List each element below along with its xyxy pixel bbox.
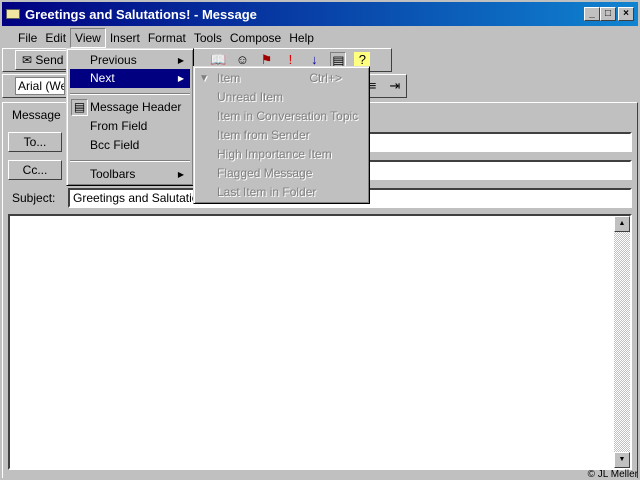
menu-tools[interactable]: Tools (190, 29, 226, 47)
next-item-icon: ▼ (199, 73, 209, 84)
window-title: Greetings and Salutations! - Message (25, 6, 257, 22)
envelope-icon (6, 9, 20, 19)
view-menu: Previous ▶ Next ▶ ▤ Message Header From Fie… (66, 48, 194, 186)
menu-item-from-field[interactable]: From Field (70, 117, 190, 136)
send-icon: ✉ (22, 53, 36, 67)
submenu-item-conversation[interactable]: Item in Conversation Topic (197, 107, 366, 126)
submenu-item-sender[interactable]: Item from Sender (197, 126, 366, 145)
indent-icon[interactable]: ⇥ (388, 78, 402, 94)
to-button[interactable]: To... (8, 132, 62, 152)
submenu-arrow-icon: ▶ (177, 74, 184, 83)
submenu-item-item[interactable]: ▼ Item Ctrl+> (197, 69, 366, 88)
menu-file[interactable]: File (14, 29, 41, 47)
submenu-arrow-icon: ▶ (177, 56, 184, 65)
scroll-up-icon[interactable]: ▲ (614, 216, 630, 232)
menu-compose[interactable]: Compose (226, 29, 285, 47)
menu-item-bcc-field[interactable]: Bcc Field (70, 136, 190, 155)
message-header-icon: ▤ (71, 99, 88, 116)
menu-separator (70, 160, 190, 162)
menu-item-next[interactable]: Next ▶ (70, 69, 190, 88)
menu-item-toolbars[interactable]: Toolbars ▶ (70, 165, 190, 184)
title-bar: Greetings and Salutations! - Message _ □… (2, 2, 638, 26)
maximize-button[interactable]: □ (600, 7, 616, 21)
menu-format[interactable]: Format (144, 29, 190, 47)
menu-edit[interactable]: Edit (41, 29, 70, 47)
menu-help[interactable]: Help (285, 29, 318, 47)
menu-bar: File Edit View Insert Format Tools Compo… (2, 28, 638, 48)
cc-button[interactable]: Cc... (8, 160, 62, 180)
menu-separator (70, 93, 190, 95)
menu-item-previous[interactable]: Previous ▶ (70, 51, 190, 70)
menu-view[interactable]: View (70, 28, 106, 48)
submenu-arrow-icon: ▶ (177, 170, 184, 179)
subject-label: Subject: (12, 191, 56, 205)
copyright-text: © JL Meller (587, 469, 638, 480)
submenu-item-unread[interactable]: Unread Item (197, 88, 366, 107)
menu-item-message-header[interactable]: ▤ Message Header (70, 98, 190, 117)
submenu-item-high-importance[interactable]: High Importance Item (197, 145, 366, 164)
close-button[interactable]: × (618, 7, 634, 21)
submenu-item-last[interactable]: Last Item in Folder (197, 183, 366, 202)
shortcut-label: Ctrl+> (309, 71, 342, 85)
message-body[interactable] (8, 214, 632, 470)
scroll-down-icon[interactable]: ▼ (614, 452, 630, 468)
font-select[interactable]: Arial (Western) (15, 77, 66, 95)
vertical-scrollbar[interactable]: ▲ ▼ (614, 216, 630, 468)
next-submenu: ▼ Item Ctrl+> Unread Item Item in Conversa… (193, 66, 370, 204)
tab-message[interactable]: Message (12, 108, 61, 122)
submenu-item-flagged[interactable]: Flagged Message (197, 164, 366, 183)
minimize-button[interactable]: _ (584, 7, 600, 21)
menu-insert[interactable]: Insert (106, 29, 144, 47)
send-button[interactable]: ✉ Send (15, 50, 71, 70)
